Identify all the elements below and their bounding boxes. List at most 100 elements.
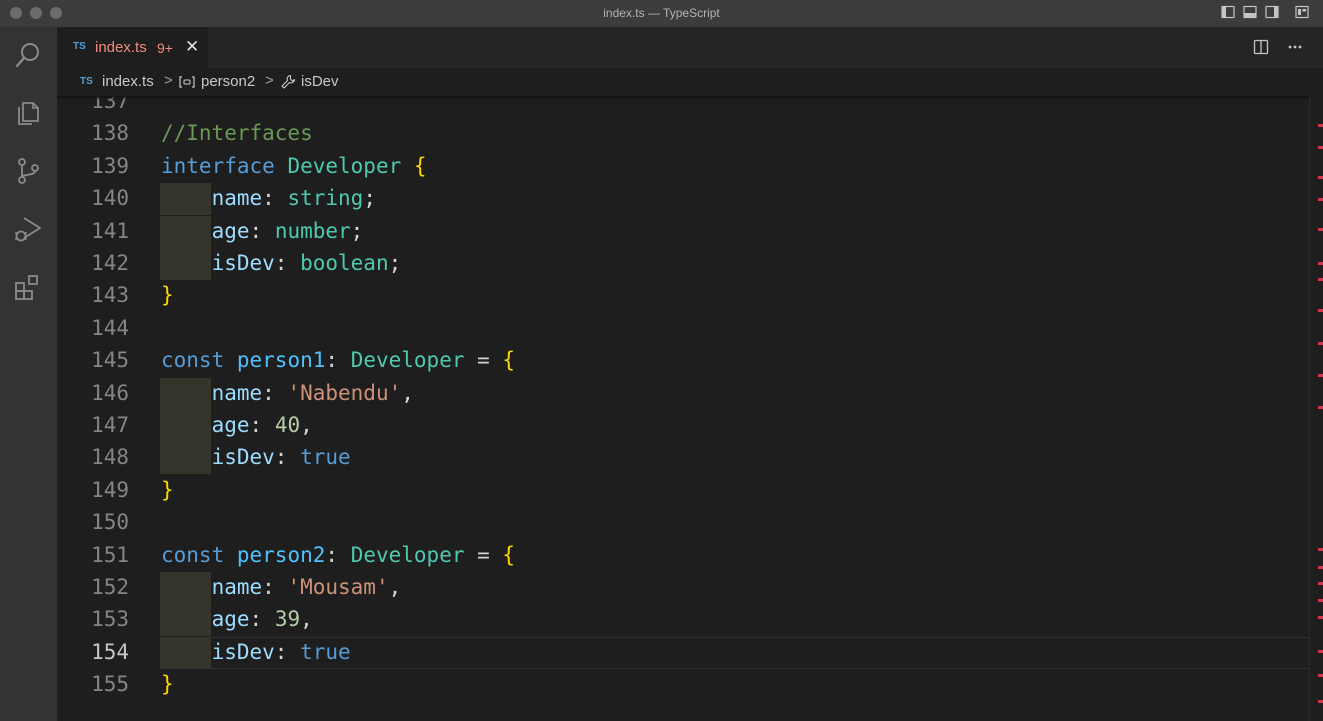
code-line[interactable]: 145 const person1: Developer = { — [57, 345, 1309, 377]
tab-strip: TS index.ts 9+ ✕ — [57, 27, 1323, 68]
code-editor[interactable]: 137 138//Interfaces 139 interface Developer… — [57, 96, 1309, 721]
code-token: 'Nabendu' — [287, 380, 402, 405]
line-number: 144 — [91, 315, 129, 340]
code-text: } — [161, 672, 174, 696]
run-debug-icon[interactable] — [12, 213, 44, 245]
files-icon[interactable] — [12, 97, 44, 129]
code-token: 40 — [274, 413, 301, 437]
chevron-right-icon: > — [164, 72, 173, 89]
toggle-primary-sidebar-icon[interactable] — [1221, 5, 1235, 19]
variable-symbol-icon — [179, 76, 195, 88]
error-marker — [1318, 146, 1323, 149]
code-line[interactable]: 139 interface Developer { — [57, 151, 1309, 183]
code-token: } — [161, 283, 174, 308]
breadcrumb-file[interactable]: index.ts — [102, 73, 154, 90]
error-marker — [1318, 406, 1323, 409]
line-number: 143 — [91, 283, 129, 308]
line-number: 146 — [91, 380, 129, 405]
code-text: //Interfaces — [161, 121, 313, 145]
line-number: 152 — [91, 575, 129, 599]
customize-layout-icon[interactable] — [1295, 5, 1309, 19]
code-line[interactable]: 151 const person2: Developer = { — [57, 540, 1309, 572]
error-marker — [1318, 582, 1323, 585]
code-line[interactable]: 144 — [57, 313, 1309, 345]
code-token: Developer — [350, 348, 465, 373]
code-line[interactable]: 148 isDev: true — [57, 442, 1309, 475]
code-line[interactable]: 141 age: number; — [57, 215, 1309, 248]
toggle-secondary-sidebar-icon[interactable] — [1265, 5, 1279, 19]
code-line[interactable]: 140 name: string; — [57, 183, 1309, 216]
split-editor-icon[interactable] — [1253, 39, 1269, 55]
line-number: 150 — [91, 510, 129, 535]
code-token: number — [274, 218, 351, 243]
code-line[interactable]: 155} — [57, 669, 1309, 701]
code-token: = — [464, 348, 503, 373]
code-token: : — [274, 639, 301, 664]
code-token: : — [262, 186, 288, 211]
code-token: : — [325, 542, 351, 567]
code-text: age: number; — [161, 218, 364, 243]
code-text: name: 'Mousam', — [161, 575, 402, 599]
window-title: index.ts — TypeScript — [603, 6, 720, 20]
source-control-icon[interactable] — [12, 155, 44, 187]
code-token: , — [388, 575, 402, 599]
typescript-file-icon: TS — [73, 41, 86, 52]
code-token: : — [274, 445, 301, 470]
code-token: isDev — [211, 445, 275, 470]
code-text: name: string; — [161, 186, 376, 210]
code-token: //Interfaces — [161, 121, 313, 146]
code-line[interactable]: 143} — [57, 280, 1309, 312]
error-marker — [1318, 650, 1323, 653]
code-line[interactable]: 147 age: 40, — [57, 410, 1309, 442]
code-token: isDev — [211, 639, 275, 664]
code-text: const person2: Developer = { — [161, 543, 515, 567]
chevron-right-icon: > — [265, 72, 274, 89]
toggle-panel-icon[interactable] — [1243, 5, 1257, 19]
error-marker — [1318, 616, 1323, 619]
more-actions-icon[interactable] — [1287, 39, 1303, 55]
code-token: : — [249, 607, 275, 632]
line-number: 145 — [91, 348, 129, 373]
code-line[interactable]: 146 name: 'Nabendu', — [57, 377, 1309, 410]
code-line[interactable]: 138 //Interfaces — [57, 118, 1309, 150]
code-text: isDev: boolean; — [161, 251, 402, 275]
breadcrumb-symbol-isdev[interactable]: isDev — [301, 73, 339, 90]
code-token: : — [249, 218, 275, 243]
code-line[interactable]: 152 name: 'Mousam', — [57, 572, 1309, 604]
breadcrumb-symbol-person2[interactable]: person2 — [201, 73, 255, 90]
typescript-file-icon: TS — [80, 76, 93, 87]
code-token: isDev — [211, 251, 275, 275]
code-line[interactable]: 153 age: 39, — [57, 604, 1309, 637]
code-token: name — [211, 575, 263, 599]
code-text: age: 39, — [161, 607, 313, 631]
code-text: isDev: true — [161, 445, 351, 469]
code-token: } — [161, 672, 174, 697]
code-line[interactable]: 142 isDev: boolean; — [57, 248, 1309, 280]
code-line[interactable]: 154 isDev: true — [57, 636, 1309, 669]
code-line[interactable]: 149} — [57, 475, 1309, 507]
search-icon[interactable] — [12, 39, 44, 71]
extensions-icon[interactable] — [12, 271, 44, 303]
code-line[interactable]: 150 — [57, 507, 1309, 539]
code-token: , — [300, 413, 313, 437]
code-token: { — [502, 542, 516, 567]
close-tab-icon[interactable]: ✕ — [185, 37, 199, 57]
code-token: , — [300, 607, 313, 632]
code-token: 'Mousam' — [287, 575, 389, 599]
code-token: 39 — [274, 607, 301, 632]
overview-ruler[interactable] — [1309, 96, 1323, 721]
code-token: person1 — [236, 348, 326, 373]
code-token: interface — [161, 153, 275, 178]
layout-controls — [1221, 5, 1309, 19]
error-marker — [1318, 548, 1323, 551]
error-marker — [1318, 124, 1323, 127]
error-marker — [1318, 278, 1323, 281]
tab-index-ts[interactable]: TS index.ts 9+ ✕ — [57, 27, 208, 68]
line-number: 142 — [91, 251, 129, 275]
